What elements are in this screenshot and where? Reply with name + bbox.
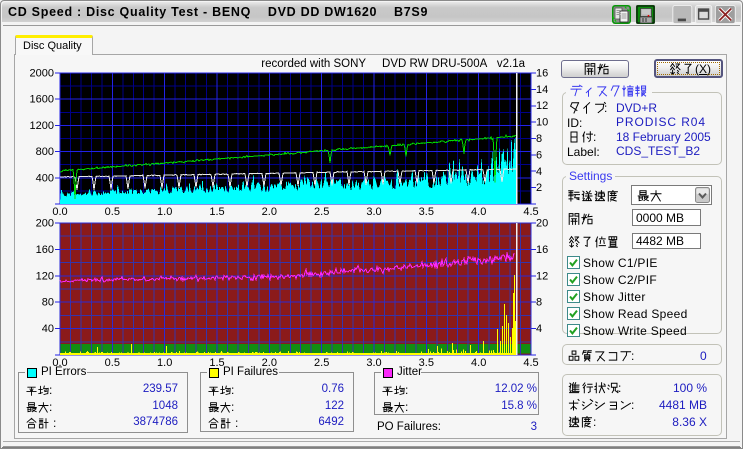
svg-text:1.0: 1.0 bbox=[157, 357, 172, 369]
svg-text:800: 800 bbox=[36, 146, 54, 158]
svg-text:8: 8 bbox=[536, 133, 542, 145]
svg-text:0.5: 0.5 bbox=[105, 357, 120, 369]
svg-text:6: 6 bbox=[536, 149, 542, 161]
svg-text:recorded with SONY DVD RW: recorded with SONY DVD RW DRU-500A v2.1a bbox=[261, 58, 525, 70]
svg-text:2: 2 bbox=[536, 182, 542, 194]
svg-text:40: 40 bbox=[42, 323, 54, 335]
svg-text:16: 16 bbox=[536, 244, 548, 256]
svg-text:0.5: 0.5 bbox=[105, 206, 120, 218]
svg-text:2000: 2000 bbox=[30, 68, 54, 80]
svg-text:12: 12 bbox=[536, 100, 548, 112]
svg-text:1.0: 1.0 bbox=[157, 206, 172, 218]
svg-text:1600: 1600 bbox=[30, 94, 54, 106]
svg-text:400: 400 bbox=[36, 172, 54, 184]
svg-text:2.5: 2.5 bbox=[314, 206, 329, 218]
svg-text:200: 200 bbox=[36, 218, 54, 230]
svg-text:4.5: 4.5 bbox=[523, 357, 538, 369]
svg-text:10: 10 bbox=[536, 117, 548, 129]
svg-text:4.5: 4.5 bbox=[523, 206, 538, 218]
svg-text:4.0: 4.0 bbox=[471, 357, 486, 369]
svg-text:0.0: 0.0 bbox=[52, 206, 67, 218]
svg-text:3.5: 3.5 bbox=[419, 206, 434, 218]
svg-text:4: 4 bbox=[536, 166, 542, 178]
svg-text:1200: 1200 bbox=[30, 120, 54, 132]
svg-text:4: 4 bbox=[536, 323, 542, 335]
svg-text:4.0: 4.0 bbox=[471, 206, 486, 218]
svg-text:8: 8 bbox=[536, 297, 542, 309]
svg-text:120: 120 bbox=[36, 270, 54, 282]
svg-text:14: 14 bbox=[536, 84, 548, 96]
svg-text:12: 12 bbox=[536, 270, 548, 282]
svg-text:1.5: 1.5 bbox=[209, 206, 224, 218]
svg-text:20: 20 bbox=[536, 218, 548, 230]
svg-text:16: 16 bbox=[536, 68, 548, 80]
svg-text:80: 80 bbox=[42, 297, 54, 309]
svg-text:3.0: 3.0 bbox=[366, 206, 381, 218]
svg-text:2.5: 2.5 bbox=[314, 357, 329, 369]
svg-text:2.0: 2.0 bbox=[262, 206, 277, 218]
svg-text:3.0: 3.0 bbox=[366, 357, 381, 369]
svg-text:160: 160 bbox=[36, 244, 54, 256]
